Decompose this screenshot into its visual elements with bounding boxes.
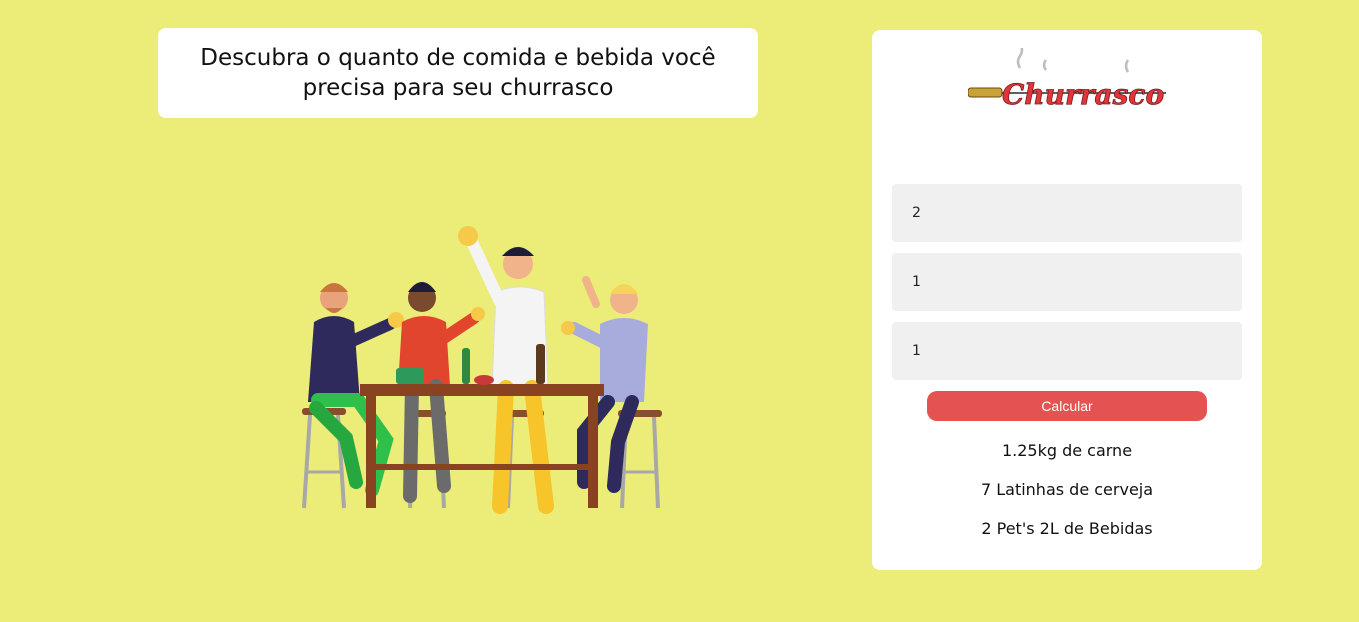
page: Descubra o quanto de comida e bebida voc… bbox=[0, 0, 1359, 622]
second-input[interactable] bbox=[892, 253, 1242, 311]
people-input[interactable] bbox=[892, 184, 1242, 242]
result-drinks: 2 Pet's 2L de Bebidas bbox=[981, 519, 1153, 538]
table bbox=[360, 344, 604, 508]
logo-text: Churrasco bbox=[1002, 78, 1164, 110]
friends-toasting-illustration bbox=[302, 226, 662, 514]
result-meat: 1.25kg de carne bbox=[1001, 441, 1133, 460]
smoke-icon bbox=[1016, 48, 1130, 73]
headline-box: Descubra o quanto de comida e bebida voc… bbox=[158, 28, 758, 118]
calculate-button[interactable]: Calcular bbox=[927, 391, 1207, 421]
churrasco-logo: Churrasco bbox=[968, 48, 1166, 110]
person-right bbox=[561, 276, 648, 493]
page-headline: Descubra o quanto de comida e bebida voc… bbox=[200, 45, 716, 101]
result-beer: 7 Latinhas de cerveja bbox=[980, 480, 1154, 499]
third-input[interactable] bbox=[892, 322, 1242, 380]
calculator-card: Churrasco Calcular 1.25kg de carne 7 Lat… bbox=[872, 30, 1262, 570]
